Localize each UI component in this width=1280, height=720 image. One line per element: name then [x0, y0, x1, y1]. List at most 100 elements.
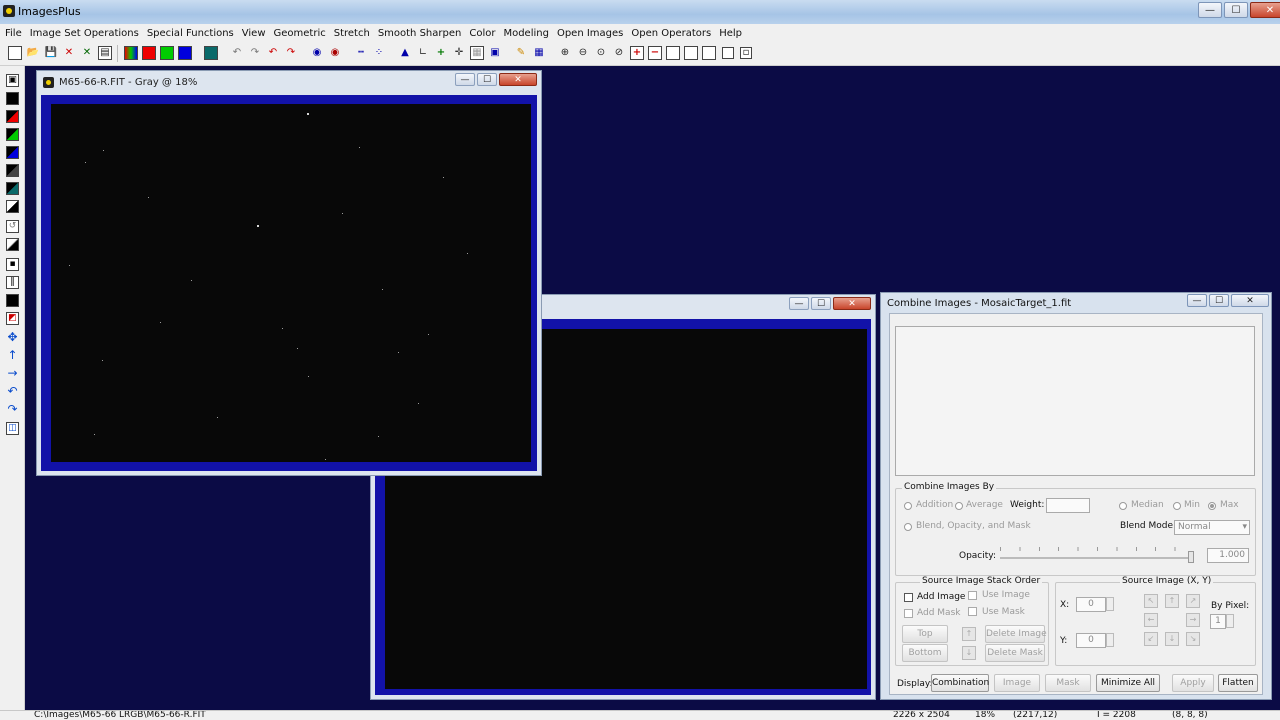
maximize-button[interactable]: ☐ [1209, 294, 1229, 307]
x-spinner[interactable] [1106, 597, 1114, 611]
minimize-button[interactable]: — [1187, 294, 1207, 307]
frame-tiny-icon[interactable] [722, 47, 734, 59]
ellipse-mask-icon[interactable]: ◉ [328, 46, 342, 60]
menu-open-images[interactable]: Open Images [553, 28, 627, 39]
close-button[interactable]: ✕ [499, 73, 537, 86]
average-radio[interactable] [955, 502, 963, 510]
delete-mask-button[interactable]: Delete Mask [985, 644, 1045, 662]
frame-medium-icon[interactable] [684, 46, 698, 60]
red-channel-icon[interactable] [142, 46, 156, 60]
save-icon[interactable]: 💾 [44, 46, 58, 60]
redo-icon[interactable]: ↷ [248, 46, 262, 60]
flip-icon[interactable]: ◫ [6, 422, 19, 435]
maximize-button[interactable]: ☐ [1224, 2, 1248, 18]
y-input[interactable]: 0 [1076, 633, 1106, 648]
frame-large-icon[interactable] [666, 46, 680, 60]
close-image-icon[interactable]: ✕ [62, 46, 76, 60]
maximize-button[interactable]: ☐ [477, 73, 497, 86]
nudge-down-icon[interactable]: ↓ [1165, 632, 1179, 646]
black-point-icon[interactable] [6, 92, 19, 105]
mask-black-icon[interactable] [6, 294, 19, 307]
remove-frame-icon[interactable]: − [648, 46, 662, 60]
menu-view[interactable]: View [238, 28, 270, 39]
move-icon[interactable]: ✥ [6, 331, 19, 345]
menu-geometric[interactable]: Geometric [270, 28, 330, 39]
weight-input[interactable] [1046, 498, 1090, 513]
rotate-left-icon[interactable]: ↶ [6, 385, 19, 399]
scatter-points-icon[interactable]: ⁘ [372, 46, 386, 60]
redo-all-icon[interactable]: ↷ [284, 46, 298, 60]
levels-icon[interactable]: ‖ [6, 276, 19, 289]
line-profile-icon[interactable]: ┅ [354, 46, 368, 60]
grid-icon[interactable]: ▦ [470, 46, 484, 60]
crosshair-icon[interactable]: ✛ [452, 46, 466, 60]
image-list-preview[interactable] [895, 326, 1255, 476]
save-tool-icon[interactable]: ▣ [6, 74, 19, 87]
close-button[interactable]: ✕ [1250, 2, 1280, 18]
zoom-actual-icon[interactable]: ⊘ [612, 46, 626, 60]
addition-radio[interactable] [904, 502, 912, 510]
close-all-icon[interactable]: ✕ [80, 46, 94, 60]
zoom-in-icon[interactable]: ⊕ [558, 46, 572, 60]
close-button[interactable]: ✕ [1231, 294, 1269, 307]
zoom-out-icon[interactable]: ⊖ [576, 46, 590, 60]
minimize-all-button[interactable]: Minimize All [1096, 674, 1160, 692]
min-radio[interactable] [1173, 502, 1181, 510]
rgb-channels-icon[interactable] [124, 46, 138, 60]
max-radio[interactable] [1208, 502, 1216, 510]
grayscale-icon[interactable] [204, 46, 218, 60]
move-down-icon[interactable]: ↓ [962, 646, 976, 660]
delete-image-button[interactable]: Delete Image [985, 625, 1047, 643]
use-image-checkbox[interactable] [968, 591, 977, 600]
add-point-icon[interactable]: + [434, 46, 448, 60]
nudge-down-right-icon[interactable]: ↘ [1186, 632, 1200, 646]
frame-point-icon[interactable]: ▫ [740, 47, 752, 59]
y-spinner[interactable] [1106, 633, 1114, 647]
apply-button[interactable]: Apply [1172, 674, 1214, 692]
green-black-icon[interactable] [6, 128, 19, 141]
image-info-icon[interactable]: ▣ [488, 46, 502, 60]
cyan-black-icon[interactable] [6, 182, 19, 195]
opacity-value-field[interactable]: 1.000 [1207, 548, 1249, 563]
red-black-icon[interactable] [6, 110, 19, 123]
pixel-grid-icon[interactable]: ▦ [532, 46, 546, 60]
menu-file[interactable]: File [0, 28, 26, 39]
nudge-up-left-icon[interactable]: ↖ [1144, 594, 1158, 608]
blue-black-icon[interactable] [6, 146, 19, 159]
ellipse-select-icon[interactable]: ◉ [310, 46, 324, 60]
pencil-icon[interactable]: ✎ [514, 46, 528, 60]
rotate-right-icon[interactable]: ↷ [6, 403, 19, 417]
gray-black-icon[interactable] [6, 164, 19, 177]
select-region-icon[interactable]: ▪ [6, 258, 19, 271]
maximize-button[interactable]: ☐ [811, 297, 831, 310]
add-frame-icon[interactable]: + [630, 46, 644, 60]
use-mask-checkbox[interactable] [968, 607, 977, 616]
nudge-up-right-icon[interactable]: ↗ [1186, 594, 1200, 608]
histogram-icon[interactable]: ▲ [398, 46, 412, 60]
add-image-checkbox[interactable] [904, 593, 913, 602]
combination-button[interactable]: Combination [931, 674, 989, 692]
nudge-left-icon[interactable]: ← [1144, 613, 1158, 627]
nudge-down-left-icon[interactable]: ↙ [1144, 632, 1158, 646]
rotate-icon[interactable]: ↺ [6, 220, 19, 233]
menu-image-set-operations[interactable]: Image Set Operations [26, 28, 143, 39]
menu-special-functions[interactable]: Special Functions [143, 28, 238, 39]
nudge-up-icon[interactable]: ↑ [1165, 594, 1179, 608]
opacity-slider-track[interactable] [1000, 557, 1194, 559]
blend-mode-select[interactable]: Normal ▾ [1174, 520, 1250, 535]
undo-icon[interactable]: ↶ [230, 46, 244, 60]
by-pixel-input[interactable]: 1 [1210, 614, 1226, 629]
minimize-button[interactable]: — [789, 297, 809, 310]
move-up-icon[interactable]: ↑ [962, 627, 976, 641]
mask-button[interactable]: Mask [1045, 674, 1091, 692]
nudge-right-icon[interactable]: → [1186, 613, 1200, 627]
arrow-up-icon[interactable]: ↑ [6, 349, 19, 363]
image-window-m65-66-r[interactable]: M65-66-R.FIT - Gray @ 18% — ☐ ✕ [36, 70, 542, 476]
white-black-icon[interactable] [6, 200, 19, 213]
menu-color[interactable]: Color [465, 28, 499, 39]
flatten-button[interactable]: Flatten [1218, 674, 1258, 692]
bottom-button[interactable]: Bottom [902, 644, 948, 662]
star-field-image[interactable] [51, 104, 531, 462]
menu-help[interactable]: Help [715, 28, 746, 39]
menu-open-operators[interactable]: Open Operators [627, 28, 715, 39]
